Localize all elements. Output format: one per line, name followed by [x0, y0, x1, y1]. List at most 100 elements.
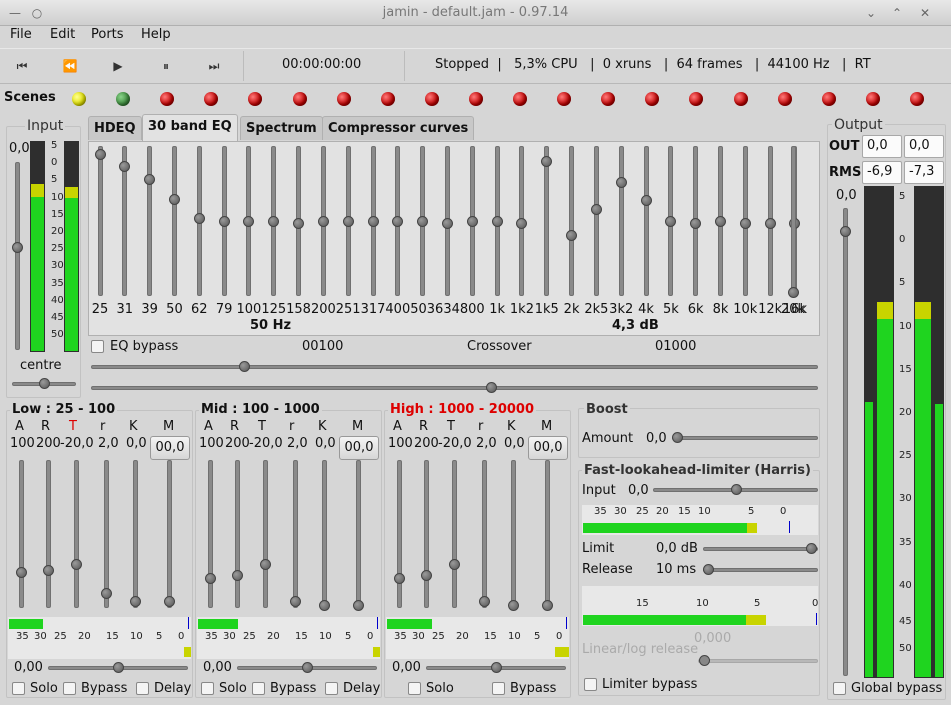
band-output-knob[interactable] [491, 662, 502, 673]
eq-band-knob[interactable] [739, 217, 751, 229]
eq-band-knob[interactable] [590, 204, 602, 215]
scene-led-18[interactable] [821, 92, 836, 106]
eq-bypass-checkbox[interactable] [91, 340, 104, 353]
menu-help[interactable]: Help [141, 27, 171, 43]
scene-led-7[interactable] [336, 92, 351, 106]
band-param-slider[interactable] [103, 460, 109, 608]
band-param-knob[interactable] [289, 595, 301, 607]
global-bypass-checkbox[interactable] [833, 682, 846, 695]
eq-band-slider[interactable] [544, 146, 550, 296]
scene-led-8[interactable] [380, 92, 395, 106]
makeup-gain-button[interactable]: 00,0 [528, 436, 568, 460]
band-bypass-checkbox[interactable] [252, 682, 265, 695]
eq-band-knob[interactable] [764, 217, 776, 229]
band-output-knob[interactable] [302, 662, 313, 673]
band-param-knob[interactable] [100, 588, 112, 600]
eq-band-knob[interactable] [193, 213, 205, 224]
eq-band-slider[interactable] [618, 146, 624, 296]
band-param-slider[interactable] [207, 460, 213, 608]
band-param-knob[interactable] [259, 558, 271, 570]
band-param-knob[interactable] [163, 595, 175, 607]
band-param-slider[interactable] [18, 460, 24, 608]
band-param-knob[interactable] [478, 595, 490, 607]
tab-compressor-curves[interactable]: Compressor curves [322, 116, 475, 140]
play-icon[interactable]: ▶ [106, 57, 130, 75]
band-param-slider[interactable] [423, 460, 429, 608]
minimize-icon[interactable]: ⌄ [864, 6, 878, 20]
input-balance-knob[interactable] [39, 378, 50, 389]
band-param-slider[interactable] [262, 460, 268, 608]
close-icon[interactable]: ✕ [918, 6, 932, 20]
release-knob[interactable] [703, 564, 714, 575]
band-param-slider[interactable] [544, 460, 550, 608]
scene-led-2[interactable] [116, 92, 131, 106]
band-param-knob[interactable] [420, 570, 432, 582]
eq-band-knob[interactable] [715, 216, 726, 227]
crossover-low-slider[interactable] [91, 365, 818, 369]
band-solo-checkbox[interactable] [408, 682, 421, 695]
band-param-slider[interactable] [292, 460, 298, 608]
makeup-gain-button[interactable]: 00,0 [150, 436, 190, 460]
eq-band-knob[interactable] [218, 216, 230, 227]
rewind-icon[interactable]: ⏪ [58, 57, 82, 75]
band-param-slider[interactable] [396, 460, 402, 608]
eq-band-slider[interactable] [97, 146, 103, 296]
band-param-knob[interactable] [204, 573, 216, 585]
scene-led-16[interactable] [733, 92, 748, 106]
band-param-slider[interactable] [321, 460, 327, 608]
eq-band-slider[interactable] [593, 146, 599, 296]
eq-band-slider[interactable] [643, 146, 649, 296]
eq-band-knob[interactable] [640, 195, 652, 206]
log-release-knob[interactable] [699, 655, 710, 666]
band-param-slider[interactable] [73, 460, 79, 608]
eq-band-knob[interactable] [342, 216, 354, 227]
crossover-high-slider[interactable] [91, 386, 818, 390]
menu-ports[interactable]: Ports [91, 27, 124, 43]
scene-led-17[interactable] [777, 92, 792, 106]
eq-band-knob[interactable] [566, 229, 578, 241]
eq-band-knob[interactable] [690, 217, 702, 229]
forward-end-icon[interactable]: ⏭ [202, 57, 226, 75]
band-bypass-checkbox[interactable] [63, 682, 76, 695]
scene-led-6[interactable] [292, 92, 307, 106]
band-param-slider[interactable] [451, 460, 457, 608]
band-param-slider[interactable] [234, 460, 240, 608]
boost-amount-slider[interactable] [672, 436, 818, 440]
eq-band-knob[interactable] [615, 177, 627, 188]
band-param-knob[interactable] [15, 567, 27, 579]
band-param-slider[interactable] [45, 460, 51, 608]
band-param-knob[interactable] [231, 570, 243, 582]
eq-band-slider[interactable] [171, 146, 177, 296]
eq-band-knob[interactable] [119, 160, 131, 172]
eq-band-knob[interactable] [367, 216, 379, 227]
band-param-knob[interactable] [393, 573, 405, 585]
limit-slider[interactable] [703, 547, 818, 551]
pause-icon[interactable]: ⏸ [154, 57, 178, 75]
tab-hdeq[interactable]: HDEQ [88, 116, 142, 140]
band-solo-checkbox[interactable] [201, 682, 214, 695]
output-gain-slider[interactable] [843, 208, 848, 676]
eq-band-knob[interactable] [293, 217, 305, 229]
band-delay-checkbox[interactable] [325, 682, 338, 695]
limiter-bypass-checkbox[interactable] [584, 678, 597, 691]
band-param-knob[interactable] [507, 600, 519, 612]
limit-knob[interactable] [806, 543, 817, 554]
band-output-knob[interactable] [113, 662, 124, 673]
eq-band-knob[interactable] [516, 217, 528, 229]
scene-led-20[interactable] [909, 92, 924, 106]
scene-led-9[interactable] [424, 92, 439, 106]
band-param-knob[interactable] [70, 558, 82, 570]
eq-band-knob[interactable] [317, 216, 329, 227]
scene-led-11[interactable] [513, 92, 527, 106]
band-param-knob[interactable] [42, 564, 54, 576]
scene-led-19[interactable] [865, 92, 880, 106]
eq-band-knob[interactable] [491, 216, 503, 227]
band-bypass-checkbox[interactable] [492, 682, 505, 695]
crossover-high-knob[interactable] [485, 382, 497, 393]
band-param-slider[interactable] [166, 460, 172, 608]
input-gain-slider[interactable] [15, 162, 20, 350]
scene-led-12[interactable] [557, 92, 572, 106]
input-gain-knob[interactable] [12, 241, 23, 253]
band-param-slider[interactable] [481, 460, 487, 608]
menu-edit[interactable]: Edit [50, 27, 75, 43]
